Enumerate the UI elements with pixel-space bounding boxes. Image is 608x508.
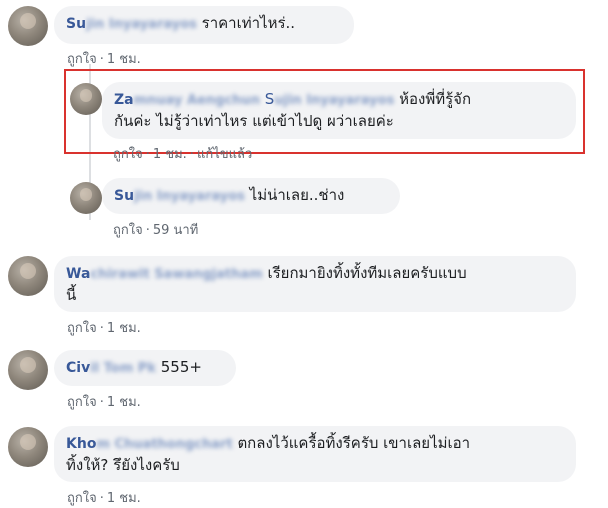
commenter-name-blurred: il Tom Pk — [90, 361, 156, 376]
commenter-name[interactable]: Su — [66, 16, 86, 32]
avatar[interactable] — [8, 427, 48, 467]
comment-bubble: Wachirawit Sawangjatham เรียกมายิงทิ้งทั… — [54, 256, 576, 312]
separator: · — [189, 147, 194, 162]
like-link[interactable]: ถูกใจ — [67, 491, 97, 506]
commenter-name[interactable]: Wa — [66, 266, 90, 282]
separator: · — [99, 321, 104, 336]
highlight-box — [64, 69, 585, 154]
avatar[interactable] — [70, 182, 102, 214]
comment-text-line2: ทิ้งให้? รึยังไงครับ — [66, 456, 180, 474]
timestamp[interactable]: 1 ชม. — [107, 395, 141, 410]
timestamp[interactable]: 1 ชม. — [107, 491, 141, 506]
edited-label[interactable]: แก้ไขแล้ว — [197, 147, 252, 162]
comment-actions: ถูกใจ · 1 ชม. · แก้ไขแล้ว — [113, 143, 252, 164]
like-link[interactable]: ถูกใจ — [67, 321, 97, 336]
separator: · — [99, 52, 104, 67]
timestamp[interactable]: 1 ชม. — [153, 147, 187, 162]
like-link[interactable]: ถูกใจ — [67, 52, 97, 67]
comment-bubble: Civil Tom Pk 555+ — [54, 350, 236, 386]
comment-bubble: Sujin Inyayarayos ราคาเท่าไหร่.. — [54, 6, 354, 44]
timestamp[interactable]: 59 นาที — [153, 223, 198, 238]
like-link[interactable]: ถูกใจ — [113, 147, 143, 162]
comment-actions: ถูกใจ · 59 นาที — [113, 219, 198, 240]
separator: · — [99, 491, 104, 506]
comment-text: ตกลงไว้แครื้อทิ้งรีครับ เขาเลยไม่เอา — [237, 434, 471, 452]
separator: · — [99, 395, 104, 410]
like-link[interactable]: ถูกใจ — [67, 395, 97, 410]
comment-text: เรียกมายิงทิ้งทั้งทีมเลยครับแบบ — [267, 264, 467, 282]
comment-actions: ถูกใจ · 1 ชม. — [67, 487, 141, 508]
commenter-name-blurred: m Chuathongchart — [96, 437, 233, 452]
commenter-name[interactable]: Kho — [66, 436, 96, 452]
separator: · — [145, 223, 150, 238]
commenter-name[interactable]: Civ — [66, 360, 90, 376]
comment-actions: ถูกใจ · 1 ชม. — [67, 391, 141, 412]
avatar[interactable] — [8, 350, 48, 390]
comment-bubble: Sujin Inyayarayos ไม่น่าเลย..ช่าง — [102, 178, 400, 214]
commenter-name-blurred: jin Inyayarayos — [134, 189, 245, 204]
commenter-name-blurred: chirawit Sawangjatham — [90, 267, 263, 282]
timestamp[interactable]: 1 ชม. — [107, 52, 141, 67]
separator: · — [145, 147, 150, 162]
comment-bubble: Khom Chuathongchart ตกลงไว้แครื้อทิ้งรีค… — [54, 426, 576, 482]
comment-actions: ถูกใจ · 1 ชม. — [67, 48, 141, 69]
timestamp[interactable]: 1 ชม. — [107, 321, 141, 336]
like-link[interactable]: ถูกใจ — [113, 223, 143, 238]
comment-text: 555+ — [160, 358, 202, 376]
avatar[interactable] — [8, 256, 48, 296]
commenter-name-blurred: jin Inyayarayos — [86, 17, 197, 32]
comment-actions: ถูกใจ · 1 ชม. — [67, 317, 141, 338]
avatar[interactable] — [8, 6, 48, 46]
comment-text: ราคาเท่าไหร่.. — [201, 14, 296, 32]
comment-text-line2: นี้ — [66, 286, 77, 304]
comment-text: ไม่น่าเลย..ช่าง — [249, 186, 345, 204]
commenter-name[interactable]: Su — [114, 188, 134, 204]
